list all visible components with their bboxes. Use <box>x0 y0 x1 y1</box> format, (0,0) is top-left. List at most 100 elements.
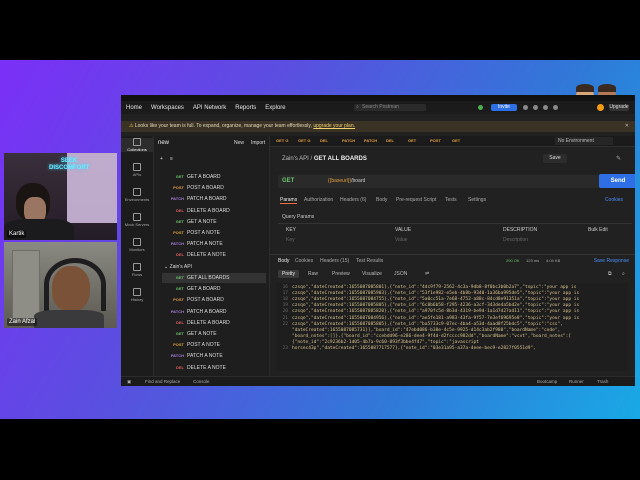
rail-flows[interactable]: Flows <box>121 263 153 277</box>
add-icon[interactable]: + <box>160 156 163 162</box>
sidebar-request-item[interactable]: GET GET A BOARD <box>162 284 266 294</box>
request-config-tab[interactable]: Settings <box>468 197 486 203</box>
open-request-tab[interactable]: GET G <box>298 138 310 143</box>
sidebar-request-item[interactable]: POST POST A NOTE <box>162 228 266 238</box>
send-button[interactable]: Send <box>599 174 635 188</box>
tab-method-label: GET <box>452 138 461 143</box>
workspace-name[interactable]: new <box>158 140 169 146</box>
format-json-select[interactable]: JSON <box>390 270 411 278</box>
param-key-input[interactable]: Key <box>286 237 295 243</box>
bell-icon[interactable] <box>553 105 558 110</box>
sidebar-request-item[interactable]: DEL DELETE A NOTE <box>162 363 266 373</box>
sidebar-request-item[interactable]: POST POST A NOTE <box>162 340 266 350</box>
request-config-tab[interactable]: Headers (6) <box>340 197 366 203</box>
sidebar-request-item[interactable]: PATCH PATCH A NOTE <box>162 351 266 361</box>
sidebar-request-item[interactable]: GET GET A BOARD <box>162 172 266 182</box>
open-request-tab[interactable]: GET G <box>276 138 288 143</box>
new-button[interactable]: New <box>234 140 244 146</box>
nav-explore[interactable]: Explore <box>265 105 285 111</box>
upgrade-button[interactable]: Upgrade <box>609 104 629 111</box>
request-label: GET A BOARD <box>187 174 221 180</box>
sidebar-request-item[interactable]: PATCH PATCH A BOARD <box>162 307 266 317</box>
rail-environments[interactable]: Environments <box>121 188 153 202</box>
console-button[interactable]: Console <box>193 379 210 384</box>
cookies-link[interactable]: Cookies <box>605 197 623 203</box>
url-input[interactable]: {{baseurl}}/board <box>328 178 365 184</box>
open-request-tab[interactable]: PATCH <box>364 138 377 143</box>
sidebar-request-item[interactable]: PATCH PATCH A NOTE <box>162 239 266 249</box>
nav-workspaces[interactable]: Workspaces <box>151 105 184 111</box>
upgrade-plan-link[interactable]: upgrade your plan. <box>313 123 355 129</box>
open-request-tab[interactable]: DEL <box>320 138 328 143</box>
method-select[interactable]: GET <box>282 178 294 184</box>
sidebar-request-item[interactable]: DEL DELETE A BOARD <box>162 318 266 328</box>
search-input[interactable]: ⌕ Search Postman <box>354 104 426 111</box>
capture-icon[interactable] <box>533 105 538 110</box>
webcam-name-label: Kartik <box>7 230 27 238</box>
response-tab-cookies[interactable]: Cookies <box>295 258 313 264</box>
nav-home[interactable]: Home <box>126 105 142 111</box>
sidebar-request-item[interactable]: DEL DELETE A BOARD <box>162 206 266 216</box>
open-request-tab[interactable]: PATCH <box>342 138 355 143</box>
open-request-tab[interactable]: DEL <box>386 138 394 143</box>
open-request-tab[interactable]: POST <box>430 138 441 143</box>
rail-history[interactable]: History <box>121 288 153 302</box>
satellite-icon[interactable] <box>523 105 528 110</box>
rail-mock-servers[interactable]: Mock Servers <box>121 213 153 227</box>
copy-icon[interactable]: ⧉ <box>604 270 616 278</box>
avatar[interactable] <box>597 104 604 111</box>
runner-button[interactable]: Runner <box>569 379 584 384</box>
sync-icon[interactable] <box>478 105 483 110</box>
format-raw[interactable]: Raw <box>304 270 322 278</box>
rail-collections[interactable]: Collections <box>121 138 153 152</box>
invite-button[interactable]: Invite <box>491 104 517 111</box>
param-value-input[interactable]: Value <box>395 237 407 243</box>
request-config-tab[interactable]: Authorization <box>304 197 333 203</box>
postman-window: Home Workspaces API Network Reports Expl… <box>121 95 635 386</box>
bootcamp-button[interactable]: Bootcamp <box>537 379 557 384</box>
response-tab-test-results[interactable]: Test Results <box>356 258 383 264</box>
save-button[interactable]: Save <box>543 154 567 163</box>
sidebar-request-item[interactable]: GET GET A NOTE <box>162 329 266 339</box>
tab-method-label: POST <box>430 138 441 143</box>
save-response-button[interactable]: Save Response <box>594 258 629 264</box>
format-pretty[interactable]: Pretty <box>278 270 300 278</box>
format-preview[interactable]: Preview <box>328 270 354 278</box>
wrap-icon[interactable]: ⇌ <box>421 270 433 278</box>
trash-button[interactable]: Trash <box>597 379 608 384</box>
environment-select[interactable]: No Environment <box>555 137 613 145</box>
open-request-tab[interactable]: GET <box>408 138 416 143</box>
nav-api-network[interactable]: API Network <box>193 105 226 111</box>
rail-apis[interactable]: APIs <box>121 163 153 177</box>
nav-reports[interactable]: Reports <box>235 105 256 111</box>
filter-icon[interactable]: ≡ <box>170 156 173 162</box>
sidebar-request-item[interactable]: POST POST A BOARD <box>162 295 266 305</box>
format-visualize[interactable]: Visualize <box>358 270 386 278</box>
code-line: 23 horsec43p","dateCreated":1655087717577… <box>276 346 536 352</box>
request-config-tab[interactable]: Params <box>280 197 298 204</box>
param-description-input[interactable]: Description <box>503 237 528 243</box>
sidebar-request-item[interactable]: DEL DELETE A NOTE <box>162 250 266 260</box>
open-request-tab[interactable]: GET <box>452 138 460 143</box>
sidebar-request-item[interactable]: GET GET A NOTE <box>162 217 266 227</box>
method-badge: POST <box>173 342 184 348</box>
request-config-tab[interactable]: Tests <box>445 197 457 203</box>
request-config-tab[interactable]: Pre-request Script <box>396 197 436 203</box>
gear-icon[interactable] <box>543 105 548 110</box>
sidebar-request-item[interactable]: POST POST A BOARD <box>162 183 266 193</box>
request-config-tab[interactable]: Body <box>376 197 387 203</box>
sidebar-toggle-icon[interactable]: ▣ <box>127 379 131 385</box>
folder-zains-api[interactable]: ⌄ Zain's API <box>164 264 192 270</box>
sidebar-request-item[interactable]: PATCH PATCH A BOARD <box>162 194 266 204</box>
method-badge: DEL <box>176 207 184 213</box>
close-icon[interactable]: ✕ <box>625 121 629 132</box>
import-button[interactable]: Import <box>251 140 265 146</box>
response-tab-body[interactable]: Body <box>278 258 289 264</box>
sidebar-request-item[interactable]: GET GET ALL BOARDS <box>162 273 266 283</box>
rail-monitors[interactable]: Monitors <box>121 238 153 252</box>
search-icon[interactable]: ⌕ <box>618 270 629 278</box>
bulk-edit-link[interactable]: Bulk Edit <box>588 227 608 233</box>
find-replace-button[interactable]: Find and Replace <box>145 379 180 384</box>
response-tab-headers[interactable]: Headers (15) <box>320 258 349 264</box>
edit-icon[interactable]: ✎ <box>616 155 621 162</box>
